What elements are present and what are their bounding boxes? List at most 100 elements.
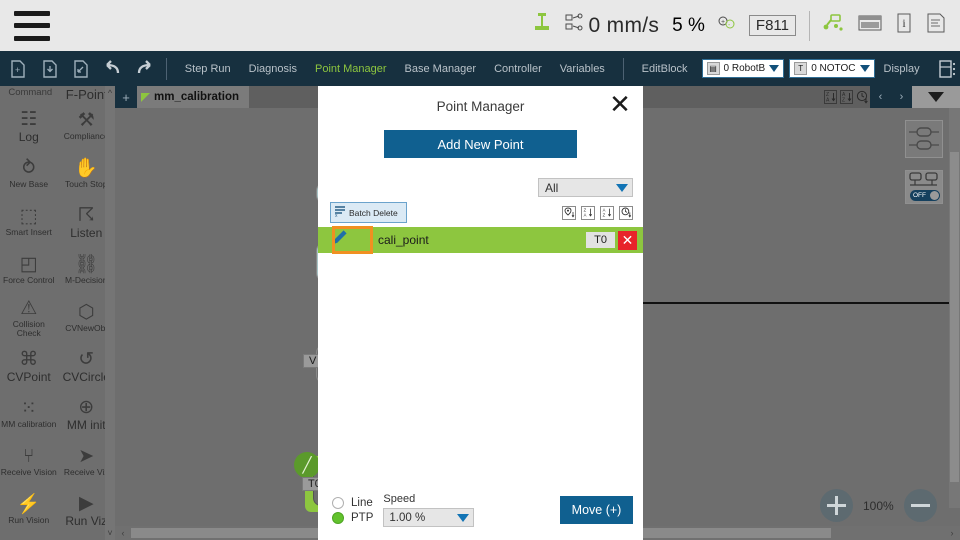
run-viz-icon: ▶ (78, 492, 94, 514)
motion-option-label: PTP (351, 511, 374, 524)
redo-button[interactable] (132, 54, 157, 84)
force-control-icon: ◰ (19, 254, 38, 276)
sidebar-item-label: Run Viz (65, 513, 108, 528)
tab-next-button[interactable]: › (891, 86, 912, 108)
zoom-in-button[interactable] (820, 489, 853, 522)
toolbar-nav-variables[interactable]: Variables (551, 63, 614, 75)
new-program-button[interactable]: + (6, 54, 31, 84)
chevron-down-icon (859, 65, 870, 72)
run-vision-icon: ⚡ (16, 494, 41, 516)
batch-delete-icon: x (335, 206, 346, 219)
sort-za-icon[interactable]: ZA (822, 88, 838, 106)
tab-mm-calibration[interactable]: mm_calibration (137, 86, 249, 108)
sidebar-item-smart-insert[interactable]: ⬚ Smart Insert (0, 198, 58, 246)
add-new-point-button[interactable]: Add New Point (384, 130, 577, 158)
toolbar-nav-base-manager[interactable]: Base Manager (396, 63, 486, 75)
sidebar-item-label: Log (18, 129, 39, 144)
close-icon[interactable]: ✕ (607, 91, 633, 118)
delete-point-button[interactable]: ✕ (618, 230, 637, 250)
canvas-vertical-scrollbar[interactable] (949, 108, 960, 508)
notes-icon[interactable] (926, 12, 946, 39)
move-button[interactable]: Move (+) (560, 496, 633, 524)
divider (809, 10, 810, 41)
node-edit-badge-icon[interactable]: ╱ (294, 452, 320, 478)
speed-label: Speed (383, 493, 416, 505)
sort-az-icon[interactable]: AZ (600, 205, 614, 220)
layout-panels-icon[interactable] (935, 54, 960, 84)
point-list-row[interactable]: cali_point T0 ✕ (318, 226, 643, 254)
hamburger-menu-icon[interactable] (14, 10, 50, 41)
chevron-down-icon (457, 513, 470, 522)
toolbar-nav-controller[interactable]: Controller (485, 63, 551, 75)
speed-select[interactable]: 1.00 % (383, 508, 475, 527)
info-icon[interactable]: i (895, 12, 913, 39)
zoom-level: 100% (863, 498, 894, 513)
sidebar-item-label: Run Vision (8, 515, 50, 526)
motion-option-ptp[interactable]: PTP (332, 511, 374, 524)
sort-by-time-icon[interactable] (619, 205, 633, 220)
zoom-control: 100% (820, 489, 937, 522)
sidebar-item-force-control[interactable]: ◰ Force Control (0, 246, 58, 294)
toolbar-display-label[interactable]: Display (875, 63, 929, 75)
svg-text:+: + (15, 65, 20, 75)
toolbar-nav-point-manager[interactable]: Point Manager (306, 63, 396, 75)
scroll-up-icon[interactable]: ^ (105, 88, 115, 98)
linked-blocks-icon[interactable]: OFF (905, 170, 943, 204)
sidebar-item-new-base[interactable]: ⥁ New Base (0, 150, 58, 198)
open-program-button[interactable] (37, 54, 62, 84)
dialog-title: Point Manager (436, 98, 525, 114)
motion-option-line[interactable]: Line (332, 496, 373, 509)
sidebar-item-label: CVCircle (62, 369, 110, 384)
sort-az-icon[interactable]: AZ (838, 88, 854, 106)
kinematics-icon[interactable] (823, 12, 845, 39)
batch-delete-button[interactable]: x Batch Delete (330, 202, 407, 223)
tool-select-value: 0 NOTOC (811, 63, 856, 74)
sidebar-item-label: MM init (66, 417, 106, 432)
tab-flag-icon (141, 92, 150, 102)
toolbar-nav-diagnosis[interactable]: Diagnosis (240, 63, 306, 75)
point-list: cali_point T0 ✕ (318, 226, 643, 254)
sidebar-item-receive-vision[interactable]: ⑂ Receive Vision (0, 438, 58, 486)
zoom-out-button[interactable] (903, 489, 937, 522)
tool-select[interactable]: T 0 NOTOC (789, 59, 875, 78)
save-program-button[interactable] (69, 54, 94, 84)
frame-indicator[interactable]: F811 (748, 15, 796, 36)
sidebar-item-cvpoint[interactable]: ⌘ CVPoint (0, 342, 58, 390)
robot-arm-icon (532, 12, 552, 39)
scroll-left-icon[interactable]: ‹ (115, 528, 131, 538)
two-block-diagram-icon[interactable] (905, 120, 943, 158)
new-base-icon: ⥁ (22, 158, 36, 180)
log-icon: ☷ (20, 108, 38, 130)
sidebar-header-command: Command (8, 87, 53, 98)
scroll-down-icon[interactable]: ˅ (105, 528, 115, 538)
tab-dropdown-button[interactable] (912, 86, 960, 108)
speed-icon (565, 13, 584, 38)
sidebar-item-mm-calibration[interactable]: ⁙ MM calibration (0, 390, 58, 438)
point-filter-select[interactable]: All (538, 178, 633, 197)
sort-time-icon[interactable] (854, 88, 870, 106)
sort-by-position-icon[interactable] (562, 205, 576, 220)
chevron-down-icon (928, 92, 944, 102)
panel-toggle-off[interactable]: OFF (910, 190, 940, 201)
sidebar-item-collision-check[interactable]: ⚠ Collision Check (0, 294, 58, 342)
tab-strip-actions: ZA AZ ‹ › (822, 86, 960, 108)
sidebar-scrollbar[interactable]: ^ ˅ (105, 86, 115, 540)
scroll-right-icon[interactable]: › (944, 528, 960, 538)
svg-text:+: + (721, 19, 725, 26)
mm-init-icon: ⊕ (78, 396, 95, 418)
sort-button-group: ZA AZ (562, 205, 633, 220)
robot-select[interactable]: ▤ 0 RobotB (701, 59, 785, 78)
main-toolbar: + Step Run Diagnosis Point Manager Base … (0, 51, 960, 86)
toolbar-nav-step-run[interactable]: Step Run (176, 63, 240, 75)
add-tab-button[interactable]: + (115, 86, 137, 108)
smart-insert-icon: ⬚ (19, 206, 38, 228)
undo-button[interactable] (100, 54, 125, 84)
tab-prev-button[interactable]: ‹ (870, 86, 891, 108)
svg-text:Z: Z (602, 213, 605, 218)
sidebar-item-log[interactable]: ☷ Log (0, 102, 58, 150)
sidebar-item-run-vision[interactable]: ⚡ Run Vision (0, 486, 58, 534)
compliance-icon: ⚒ (77, 110, 95, 132)
sort-za-icon[interactable]: ZA (581, 205, 595, 220)
keyboard-icon[interactable] (858, 13, 882, 38)
command-sidebar[interactable]: Command F-Point ☷ Log ⚒ Compliance ⥁ New Base… (0, 86, 115, 540)
